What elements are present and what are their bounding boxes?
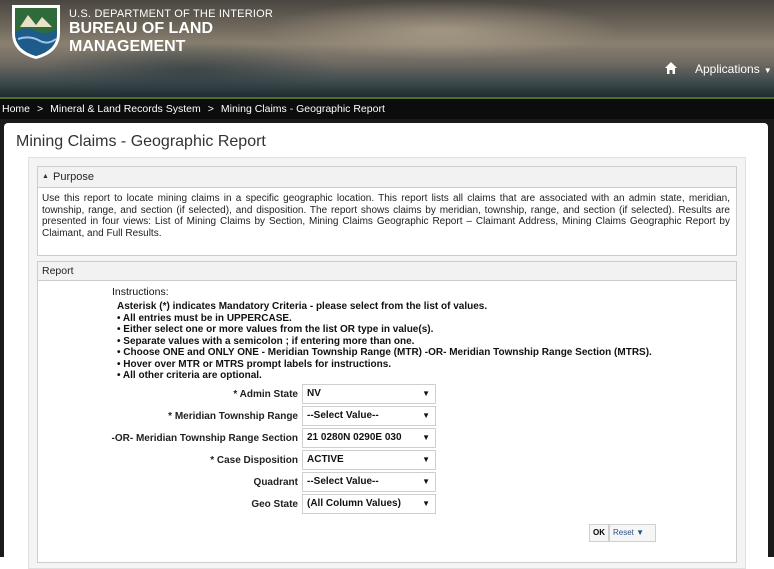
caret-down-icon: ▼ (636, 528, 645, 537)
agency-name: U.S. DEPARTMENT OF THE INTERIOR (69, 8, 274, 20)
report-title: Report (42, 265, 74, 277)
mtrs-value: 21 0280N 0290E 030 (307, 432, 402, 443)
mtr-label: * Meridian Township Range (168, 411, 298, 422)
breadcrumb-bar: Home > Mineral & Land Records System > Minin… (0, 97, 774, 119)
dropdown-arrow-icon: ▼ (422, 411, 430, 420)
page-title: Mining Claims - Geographic Report (16, 133, 266, 150)
instruction-line: • Separate values with a semicolon ; if … (117, 335, 415, 347)
geo-state-value: (All Column Values) (307, 498, 401, 509)
mtrs-label: -OR- Meridian Township Range Section (111, 433, 299, 444)
dropdown-arrow-icon: ▼ (422, 433, 430, 442)
purpose-text: Use this report to locate mining claims … (42, 193, 730, 239)
applications-menu[interactable]: Applications ▼ (695, 62, 772, 76)
bureau-name-line2: MANAGEMENT (69, 38, 186, 55)
home-icon[interactable] (664, 61, 678, 75)
breadcrumb-current: Mining Claims - Geographic Report (220, 103, 385, 115)
dropdown-arrow-icon: ▼ (422, 389, 430, 398)
site-header: U.S. DEPARTMENT OF THE INTERIOR BUREAU O… (0, 0, 774, 97)
case-disposition-label: * Case Disposition (210, 455, 298, 466)
report-header: Report (38, 262, 736, 281)
case-disposition-value: ACTIVE (307, 454, 344, 465)
quadrant-select[interactable]: --Select Value-- ▼ (302, 472, 436, 492)
applications-label: Applications (695, 62, 760, 76)
quadrant-label: Quadrant (253, 477, 298, 488)
instruction-line: • Hover over MTR or MTRS prompt labels f… (117, 358, 392, 370)
report-panel: Report Instructions: Asterisk (*) indica… (37, 261, 737, 563)
instruction-line: • All entries must be in UPPERCASE. (117, 312, 292, 324)
mtrs-select[interactable]: 21 0280N 0290E 030 ▼ (302, 428, 436, 448)
admin-state-value: NV (307, 388, 321, 399)
geo-state-label: Geo State (251, 499, 298, 510)
caret-down-icon: ▼ (763, 66, 772, 75)
reset-label: Reset (613, 528, 634, 537)
content-card: Mining Claims - Geographic Report ▲ Purp… (4, 123, 768, 569)
report-container: ▲ Purpose Use this report to locate mini… (28, 157, 746, 569)
mtr-select[interactable]: --Select Value-- ▼ (302, 406, 436, 426)
instruction-line: • Either select one or more values from … (117, 324, 434, 335)
mtr-value: --Select Value-- (307, 410, 379, 421)
dropdown-arrow-icon: ▼ (422, 455, 430, 464)
bureau-name: BUREAU OF LAND MANAGEMENT (69, 20, 213, 56)
ok-button[interactable]: OK (589, 524, 609, 542)
instruction-line: Asterisk (*) indicates Mandatory Criteri… (117, 301, 488, 312)
collapse-triangle-icon[interactable]: ▲ (42, 173, 49, 180)
breadcrumb-separator: > (207, 103, 214, 115)
reset-button[interactable]: Reset ▼ (609, 524, 656, 542)
purpose-title: Purpose (53, 171, 94, 183)
geo-state-select[interactable]: (All Column Values) ▼ (302, 494, 436, 514)
breadcrumb: Home > Mineral & Land Records System > Minin… (2, 103, 385, 115)
admin-state-select[interactable]: NV ▼ (302, 384, 436, 404)
dropdown-arrow-icon: ▼ (422, 499, 430, 508)
breadcrumb-separator: > (37, 103, 44, 115)
instruction-line: • All other criteria are optional. (117, 370, 262, 381)
admin-state-label: * Admin State (233, 389, 298, 400)
instruction-line: • Choose ONE and ONLY ONE - Meridian Tow… (117, 347, 652, 358)
instructions-title: Instructions: (112, 286, 169, 298)
purpose-panel: ▲ Purpose Use this report to locate mini… (37, 166, 737, 256)
breadcrumb-mlrs[interactable]: Mineral & Land Records System (50, 103, 201, 115)
breadcrumb-home[interactable]: Home (2, 103, 30, 115)
quadrant-value: --Select Value-- (307, 476, 379, 487)
bureau-name-line1: BUREAU OF LAND (69, 20, 213, 37)
purpose-header[interactable]: ▲ Purpose (38, 167, 736, 188)
accent-line (0, 97, 774, 99)
case-disposition-select[interactable]: ACTIVE ▼ (302, 450, 436, 470)
instructions-list: Asterisk (*) indicates Mandatory Criteri… (117, 301, 652, 382)
blm-logo[interactable] (10, 3, 62, 61)
content-backdrop: Mining Claims - Geographic Report ▲ Purp… (0, 119, 774, 569)
dropdown-arrow-icon: ▼ (422, 477, 430, 486)
